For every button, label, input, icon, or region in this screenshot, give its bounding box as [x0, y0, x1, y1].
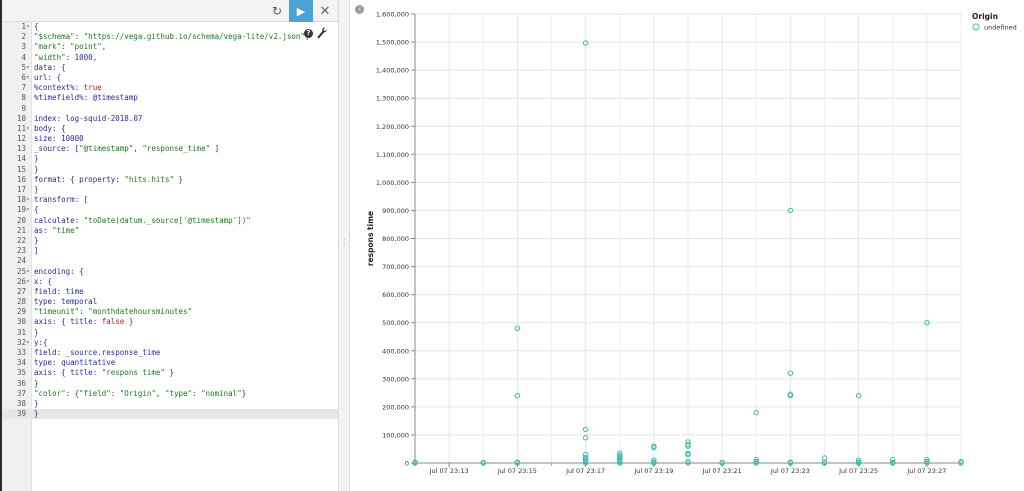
x-tick-label: Jul 07 23:23 [770, 467, 810, 475]
x-tick-label: Jul 07 23:25 [838, 467, 878, 475]
y-tick-label: 900,000 [382, 207, 409, 215]
legend-label: undefined [984, 24, 1017, 32]
x-tick-label: Jul 07 23:27 [906, 467, 946, 475]
y-tick-label: 1,000,000 [376, 179, 409, 187]
y-tick-label: 600,000 [382, 291, 409, 299]
y-tick-label: 200,000 [382, 403, 409, 411]
y-tick-label: 1,300,000 [376, 95, 409, 103]
x-tick-label: Jul 07 23:21 [702, 467, 742, 475]
x-tick-label: Jul 07 23:15 [497, 467, 537, 475]
y-tick-label: 1,600,000 [376, 11, 409, 19]
y-tick-label: 500,000 [382, 319, 409, 327]
y-tick-label: 0 [405, 460, 409, 468]
y-tick-label: 1,200,000 [376, 123, 409, 131]
x-tick-label: Jul 07 23:17 [565, 467, 605, 475]
y-tick-label: 700,000 [382, 263, 409, 271]
y-tick-label: 800,000 [382, 235, 409, 243]
y-tick-label: 100,000 [382, 431, 409, 439]
scatter-chart: 0 100,000 200,000 300,000 400,000 500,000 600,… [366, 11, 1017, 476]
y-tick-label: 300,000 [382, 375, 409, 383]
y-tick-label: 400,000 [382, 347, 409, 355]
y-axis-title: respons time [366, 211, 375, 266]
legend-title: Origin [972, 12, 998, 21]
y-tick-label: 1,500,000 [376, 39, 409, 47]
x-tick-label: Jul 07 23:19 [633, 467, 673, 475]
y-tick-label: 1,100,000 [376, 151, 409, 159]
legend-symbol [972, 23, 980, 31]
x-tick-label: Jul 07 23:13 [429, 467, 469, 475]
y-tick-label: 1,400,000 [376, 67, 409, 75]
